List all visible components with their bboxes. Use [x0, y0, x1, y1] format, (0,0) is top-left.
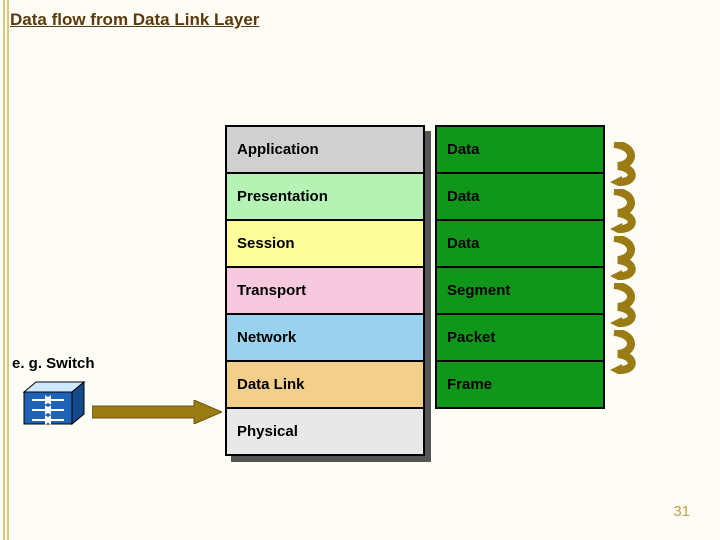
- layer-application: Application: [225, 125, 425, 174]
- arrow-to-datalink-icon: [92, 400, 222, 424]
- flow-arrow-1-icon: [608, 142, 642, 186]
- slide-title: Data flow from Data Link Layer: [10, 10, 259, 30]
- layer-network: Network: [225, 313, 425, 362]
- page-number: 31: [673, 503, 690, 520]
- switch-label: e. g. Switch: [12, 355, 95, 372]
- switch-icon: [22, 380, 86, 428]
- flow-arrow-2-icon: [608, 189, 642, 233]
- layer-presentation: Presentation: [225, 172, 425, 221]
- pdu-datalink: Frame: [435, 360, 605, 409]
- layer-session: Session: [225, 219, 425, 268]
- flow-arrow-5-icon: [608, 330, 642, 374]
- pdu-application: Data: [435, 125, 605, 174]
- pdu-network: Packet: [435, 313, 605, 362]
- pdu-table: Data Data Data Segment Packet Frame: [435, 125, 605, 409]
- pdu-session: Data: [435, 219, 605, 268]
- flow-arrow-4-icon: [608, 283, 642, 327]
- layer-physical: Physical: [225, 407, 425, 456]
- flow-arrow-3-icon: [608, 236, 642, 280]
- layer-transport: Transport: [225, 266, 425, 315]
- osi-layer-table: Application Presentation Session Transpo…: [225, 125, 425, 456]
- pdu-presentation: Data: [435, 172, 605, 221]
- layer-datalink: Data Link: [225, 360, 425, 409]
- pdu-transport: Segment: [435, 266, 605, 315]
